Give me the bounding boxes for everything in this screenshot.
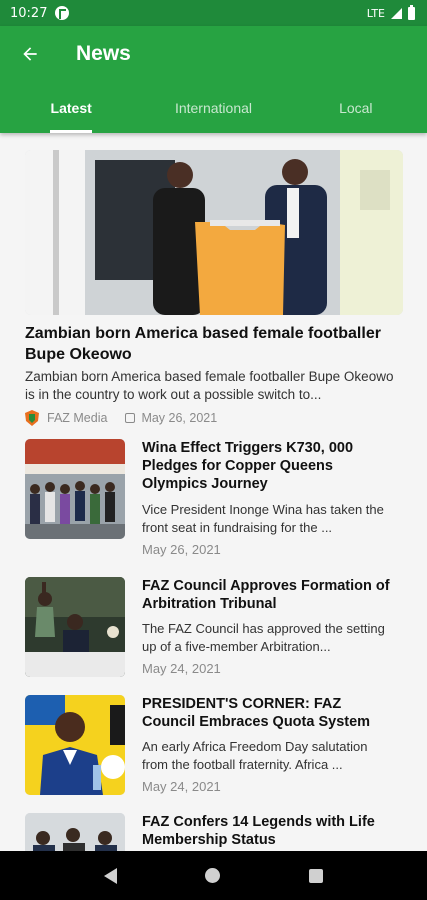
- list-item[interactable]: FAZ Confers 14 Legends with Life Members…: [25, 813, 403, 851]
- article-thumbnail: [25, 813, 125, 851]
- article-date: May 24, 2021: [142, 661, 221, 676]
- featured-meta: FAZ Media May 26, 2021: [25, 410, 403, 426]
- tab-international[interactable]: International: [142, 96, 284, 133]
- tab-label: Local: [339, 100, 373, 116]
- system-back-icon[interactable]: [104, 867, 118, 884]
- article-title: FAZ Confers 14 Legends with Life Members…: [142, 814, 375, 848]
- article-date: May 24, 2021: [142, 779, 221, 794]
- arrow-left-icon: [23, 47, 37, 61]
- signal-icon: [391, 7, 402, 19]
- list-item[interactable]: PRESIDENT'S CORNER: FAZ Council Embraces…: [25, 695, 403, 805]
- page-title: News: [76, 42, 131, 65]
- source-name: FAZ Media: [47, 411, 108, 425]
- featured-excerpt: Zambian born America based female footba…: [25, 369, 394, 402]
- featured-date: May 26, 2021: [141, 411, 218, 425]
- app-notification-icon: [55, 6, 70, 20]
- battery-icon: [408, 4, 415, 20]
- app-bar: News Latest International Local: [0, 26, 427, 133]
- tab-latest[interactable]: Latest: [0, 96, 142, 133]
- system-nav-bar: [0, 851, 427, 900]
- featured-title: Zambian born America based female footba…: [25, 325, 381, 363]
- featured-image: [25, 150, 403, 315]
- news-list[interactable]: Zambian born America based female footba…: [0, 133, 427, 851]
- featured-article[interactable]: Zambian born America based female footba…: [25, 150, 403, 426]
- system-home-icon[interactable]: [205, 868, 221, 883]
- calendar-icon: [125, 413, 136, 423]
- status-time: 10:27: [10, 5, 48, 21]
- back-button[interactable]: [14, 40, 46, 68]
- article-excerpt: Vice President Inonge Wina has taken the…: [142, 502, 384, 535]
- article-date: May 26, 2021: [142, 542, 221, 557]
- list-item[interactable]: Wina Effect Triggers K730, 000 Pledges f…: [25, 439, 403, 557]
- article-title: PRESIDENT'S CORNER: FAZ Council Embraces…: [142, 696, 371, 730]
- featured-photo: [25, 150, 403, 315]
- article-thumbnail: [25, 695, 125, 795]
- article-title: Wina Effect Triggers K730, 000 Pledges f…: [142, 440, 354, 492]
- list-item[interactable]: FAZ Council Approves Formation of Arbitr…: [25, 577, 403, 687]
- network-type: LTE: [366, 6, 385, 20]
- system-recents-icon[interactable]: [308, 868, 323, 883]
- status-indicators: LTE: [366, 4, 415, 20]
- tab-bar: Latest International Local: [0, 96, 427, 133]
- status-bar: 10:27 LTE: [0, 0, 427, 26]
- article-excerpt: The FAZ Council has approved the setting…: [142, 621, 385, 654]
- article-thumbnail: [25, 577, 125, 677]
- tab-local[interactable]: Local: [285, 96, 427, 133]
- article-thumbnail: [25, 439, 125, 539]
- article-excerpt: An early Africa Freedom Day salutation f…: [142, 739, 368, 772]
- tab-label: International: [174, 100, 253, 116]
- faz-logo-icon: [25, 410, 39, 426]
- article-title: FAZ Council Approves Formation of Arbitr…: [142, 578, 390, 612]
- tab-label: Latest: [50, 100, 92, 116]
